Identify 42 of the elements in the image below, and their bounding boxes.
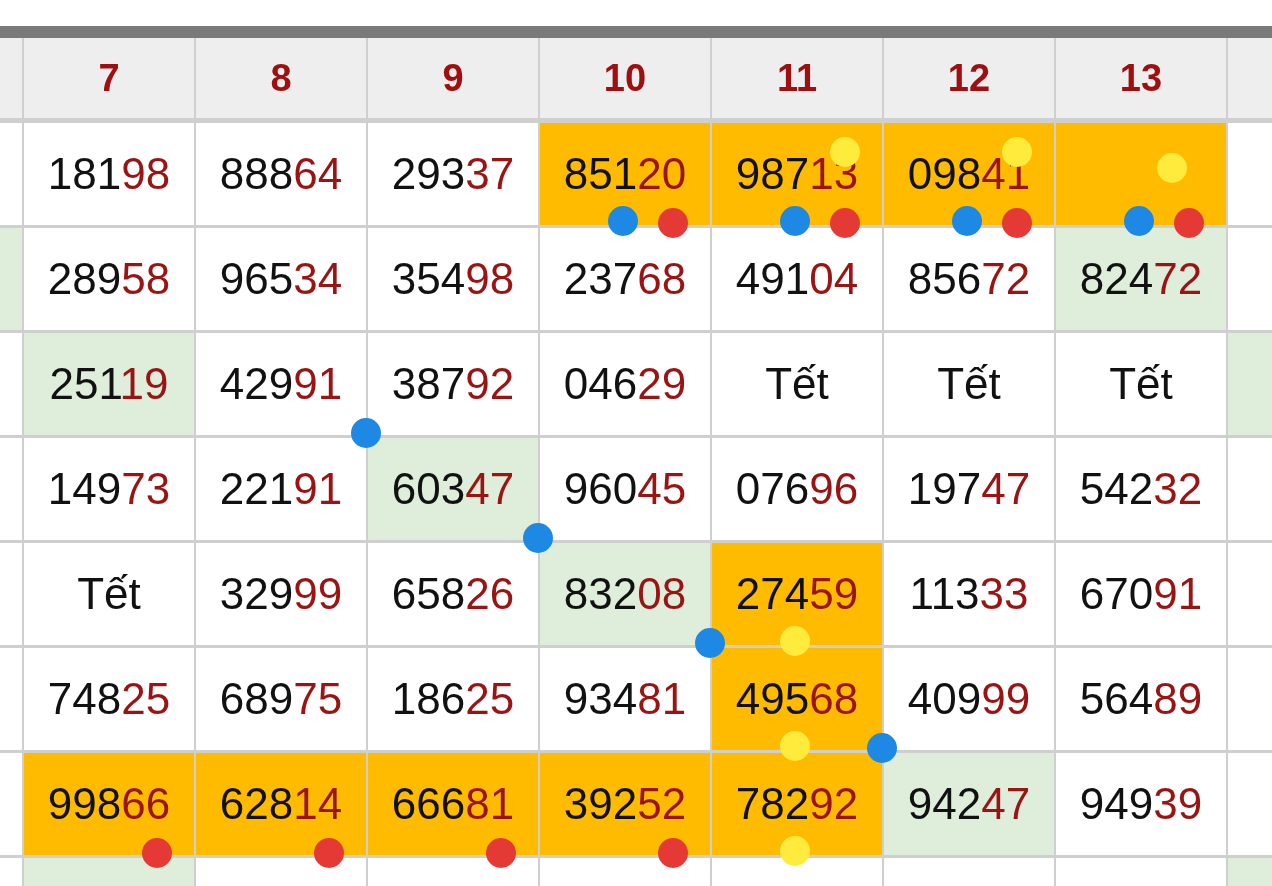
table-cell: Tết [712,333,882,435]
table-cell: 85672 [884,228,1054,330]
column-header: 7 [24,38,194,118]
table-cell: 68975 [196,648,366,750]
table-cell: 67091 [1056,543,1226,645]
table-cell: 56489 [1056,648,1226,750]
table-cell: 25119 [24,333,194,435]
table-cell: 94939 [1056,753,1226,855]
table-cell: 18198 [24,123,194,225]
table-cell: 19747 [884,438,1054,540]
table-cell: Tết [1056,333,1226,435]
table-cell: 29337 [368,123,538,225]
table-cell: 96534 [196,228,366,330]
table-cell: 82472 [1056,228,1226,330]
table-cell: 49104 [712,228,882,330]
table-cell: 18625 [368,648,538,750]
column-header: 12 [884,38,1054,118]
table-cell: 54232 [1056,438,1226,540]
column-header: 10 [540,38,710,118]
table-cell: 07696 [712,438,882,540]
table-cell: 74825 [24,648,194,750]
table-cell: 88864 [196,123,366,225]
table-cell: 32999 [196,543,366,645]
table-cell: 65826 [368,543,538,645]
table-cell: Tết [884,333,1054,435]
column-header: 11 [712,38,882,118]
table-cell: 94247 [884,753,1054,855]
column-header: 9 [368,38,538,118]
table-cell: 04629 [540,333,710,435]
table-cell: 35498 [368,228,538,330]
column-header: 13 [1056,38,1226,118]
column-header: 8 [196,38,366,118]
table-cell: 40999 [884,648,1054,750]
table-cell: 28958 [24,228,194,330]
table-cell: 93481 [540,648,710,750]
table-cell: 23768 [540,228,710,330]
table-cell: 38792 [368,333,538,435]
table-cell: Tết [24,543,194,645]
table-cell: 11333 [884,543,1054,645]
table-cell: 14973 [24,438,194,540]
table-cell: 96045 [540,438,710,540]
table-cell: 22191 [196,438,366,540]
